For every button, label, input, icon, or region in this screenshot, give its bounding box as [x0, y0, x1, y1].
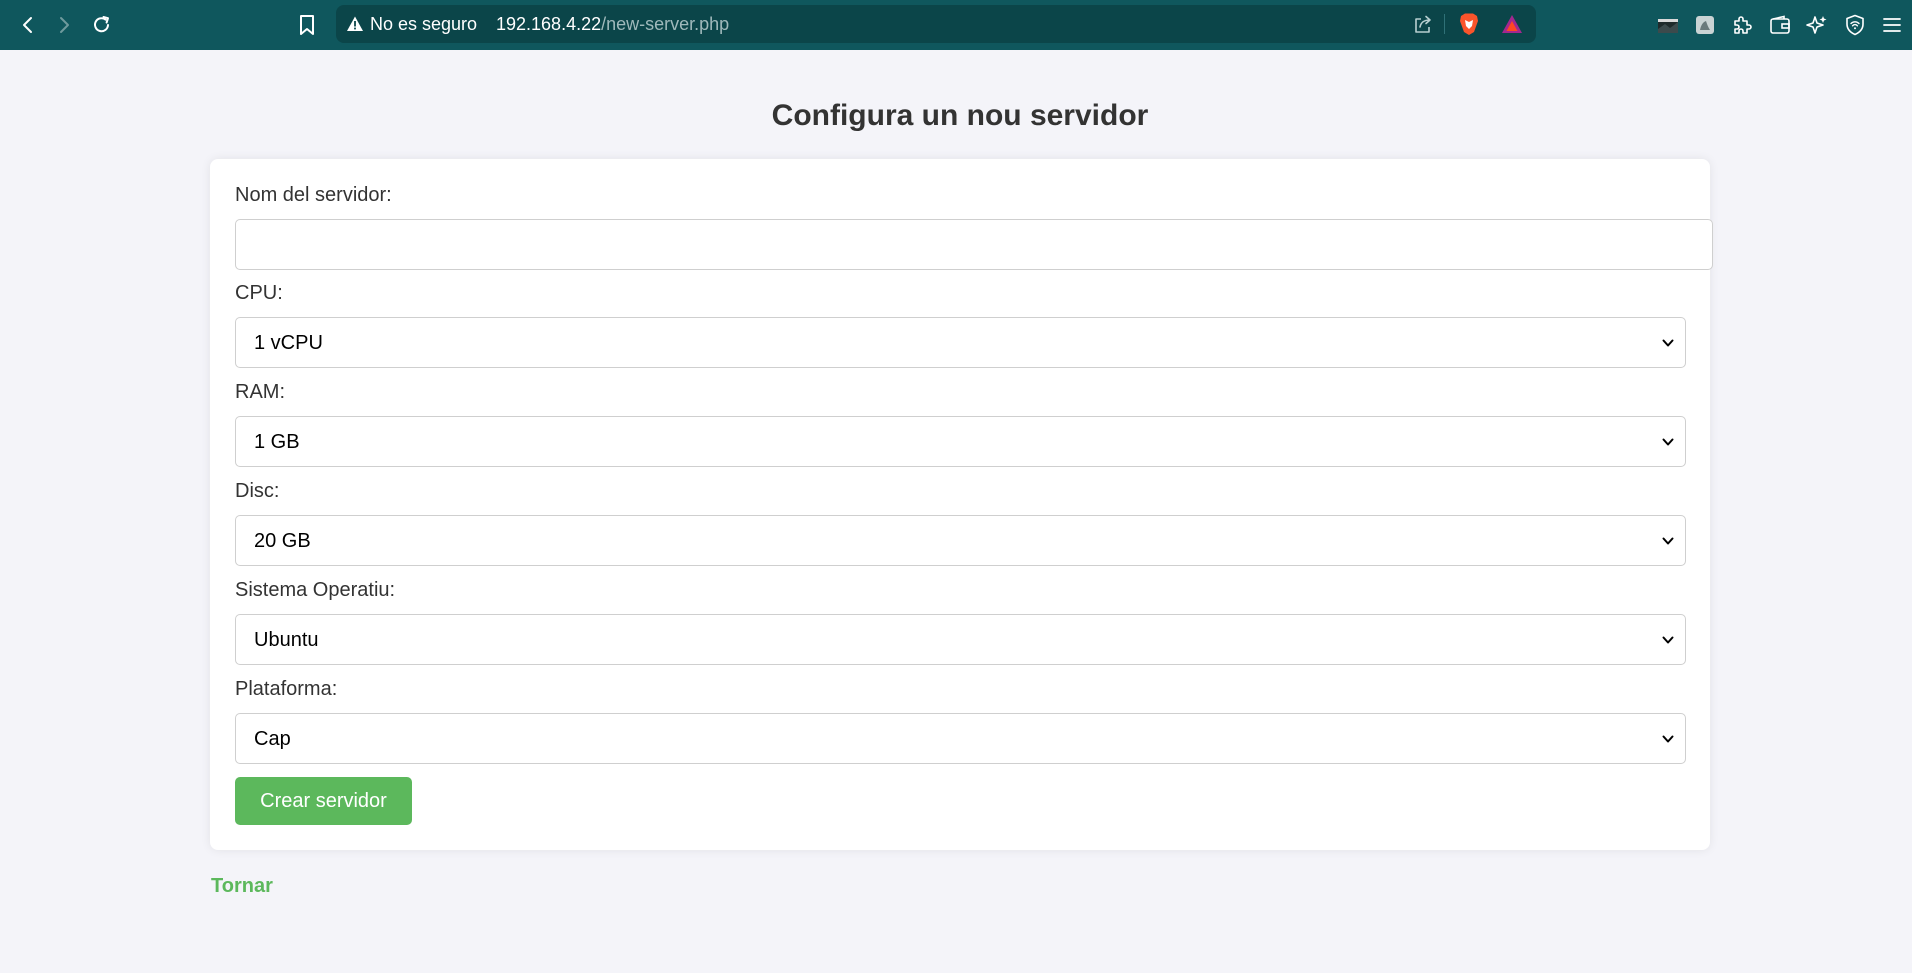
- leo-ai-icon: [1806, 16, 1827, 34]
- cpu-label: CPU:: [235, 282, 283, 304]
- menu-icon: [1883, 18, 1901, 32]
- image-extension-icon: [1696, 16, 1714, 34]
- url-text[interactable]: 192.168.4.22/new-server.php: [496, 15, 729, 33]
- create-server-button[interactable]: Crear servidor: [235, 777, 412, 825]
- cpu-selected-value: 1 vCPU: [254, 332, 323, 354]
- back-button[interactable]: [12, 9, 44, 41]
- leo-ai-button[interactable]: [1801, 9, 1833, 41]
- server-name-label: Nom del servidor:: [235, 184, 392, 206]
- page-title: Configura un nou servidor: [771, 99, 1149, 132]
- os-select[interactable]: Ubuntu: [235, 614, 1686, 665]
- security-status[interactable]: No es seguro: [370, 15, 477, 33]
- platform-selected-value: Cap: [254, 728, 291, 750]
- warning-icon: [347, 16, 363, 31]
- disk-selected-value: 20 GB: [254, 530, 311, 552]
- vpn-icon: [1846, 14, 1864, 36]
- platform-select[interactable]: Cap: [235, 713, 1686, 764]
- url-path: /new-server.php: [601, 14, 730, 34]
- server-name-input[interactable]: [235, 219, 1713, 270]
- reload-button[interactable]: [86, 9, 118, 41]
- url-host: 192.168.4.22: [496, 14, 602, 34]
- back-link[interactable]: Tornar: [211, 875, 273, 897]
- browser-toolbar: No es seguro 192.168.4.22/new-server.php: [0, 0, 1912, 50]
- platform-label: Plataforma:: [235, 678, 338, 700]
- wallpaper-extension-button[interactable]: [1652, 9, 1684, 41]
- chevron-down-icon: [1662, 537, 1674, 545]
- share-icon[interactable]: [1412, 13, 1434, 35]
- main-menu-button[interactable]: [1876, 9, 1908, 41]
- brave-shield-icon[interactable]: [1458, 12, 1480, 36]
- ram-select[interactable]: 1 GB: [235, 416, 1686, 467]
- cpu-select[interactable]: 1 vCPU: [235, 317, 1686, 368]
- chevron-down-icon: [1662, 636, 1674, 644]
- chevron-down-icon: [1662, 339, 1674, 347]
- image-extension-button[interactable]: [1689, 9, 1721, 41]
- extensions-button[interactable]: [1726, 9, 1758, 41]
- bookmark-icon: [300, 15, 314, 35]
- server-form: Nom del servidor: CPU: 1 vCPU RAM: 1 GB …: [210, 159, 1713, 850]
- wallet-button[interactable]: [1764, 9, 1796, 41]
- chevron-down-icon: [1662, 735, 1674, 743]
- address-bar-divider: [1444, 14, 1445, 34]
- os-label: Sistema Operatiu:: [235, 579, 396, 601]
- vpn-button[interactable]: [1839, 9, 1871, 41]
- forward-button[interactable]: [48, 9, 80, 41]
- disk-select[interactable]: 20 GB: [235, 515, 1686, 566]
- address-bar[interactable]: No es seguro 192.168.4.22/new-server.php: [336, 5, 1536, 43]
- extensions-icon: [1734, 16, 1752, 34]
- chevron-down-icon: [1662, 438, 1674, 446]
- disk-label: Disc:: [235, 480, 280, 502]
- ram-label: RAM:: [235, 381, 285, 403]
- ram-selected-value: 1 GB: [254, 431, 300, 453]
- brave-rewards-icon[interactable]: [1500, 13, 1524, 35]
- wallet-icon: [1770, 15, 1790, 34]
- forward-icon: [60, 17, 69, 33]
- back-icon: [23, 17, 32, 33]
- bookmark-button[interactable]: [291, 9, 323, 41]
- wallpaper-extension-icon: [1658, 19, 1678, 33]
- reload-icon: [94, 16, 109, 33]
- os-selected-value: Ubuntu: [254, 629, 319, 651]
